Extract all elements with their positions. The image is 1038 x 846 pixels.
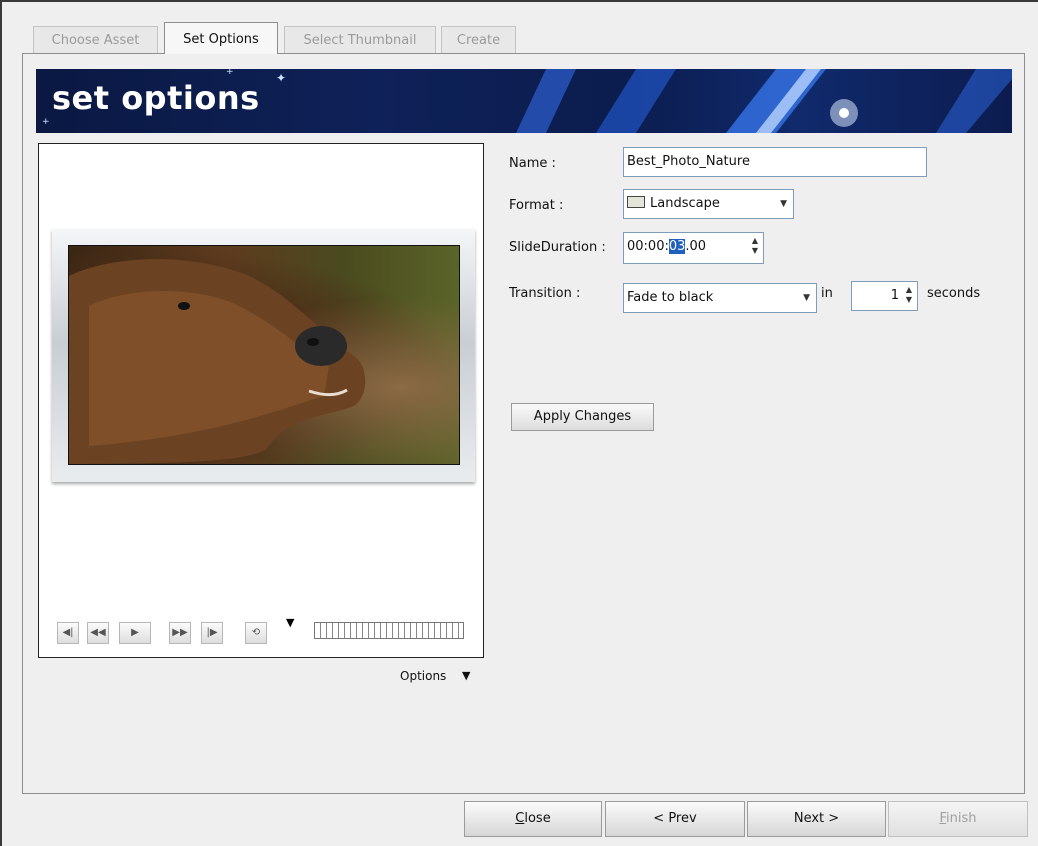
format-value: Landscape: [650, 196, 720, 211]
step-forward-icon[interactable]: ▶▶: [169, 622, 191, 644]
tab-select-thumbnail[interactable]: Select Thumbnail: [284, 26, 436, 53]
spin-arrows-icon[interactable]: ▲ ▼: [904, 285, 914, 305]
tv-frame: [52, 229, 475, 482]
preview-box: ◀| ◀◀ ▶ ▶▶ |▶ ⟲ ▼: [38, 143, 484, 658]
next-button[interactable]: Next >: [747, 801, 886, 837]
transition-select[interactable]: Fade to black ▼: [623, 283, 817, 313]
duration-selected: 03: [668, 239, 686, 254]
window-left-border: [0, 0, 2, 846]
spin-arrows-icon[interactable]: ▲ ▼: [750, 236, 760, 256]
name-field[interactable]: Best_Photo_Nature: [623, 147, 927, 177]
window-top-border: [0, 0, 1038, 2]
apply-changes-button[interactable]: Apply Changes: [511, 403, 654, 431]
close-label-rest: lose: [524, 811, 551, 826]
banner-title: set options: [52, 79, 260, 117]
format-select[interactable]: Landscape ▼: [623, 189, 794, 219]
tab-create[interactable]: Create: [441, 26, 516, 53]
name-label: Name :: [509, 156, 556, 171]
prev-button[interactable]: < Prev: [605, 801, 745, 837]
seconds-label: seconds: [927, 286, 981, 301]
chevron-down-icon[interactable]: ▼: [462, 669, 470, 682]
first-frame-icon[interactable]: ◀|: [57, 622, 79, 644]
duration-suffix: .00: [685, 239, 707, 254]
timeline-scrubber[interactable]: [314, 622, 464, 639]
transition-value: Fade to black: [627, 290, 714, 305]
sparkle-icon: +: [226, 69, 234, 77]
brown-bear-photo: [68, 245, 460, 465]
close-mnemonic: C: [515, 811, 525, 826]
format-label: Format :: [509, 198, 564, 213]
duration-stepper[interactable]: 00:00:03.00 ▲ ▼: [623, 232, 764, 264]
loop-icon[interactable]: ⟲: [245, 622, 267, 644]
transition-seconds-value: 1: [890, 288, 899, 303]
tab-set-options[interactable]: Set Options: [164, 22, 278, 54]
header-banner: set options ✦ + +: [36, 69, 1012, 133]
tab-choose-asset[interactable]: Choose Asset: [33, 26, 158, 53]
name-field-value: Best_Photo_Nature: [627, 154, 750, 169]
finish-label-rest: inish: [946, 811, 977, 826]
close-button[interactable]: Close: [464, 801, 602, 837]
chevron-down-icon[interactable]: ▼: [803, 284, 810, 312]
options-menu-label[interactable]: Options: [400, 669, 446, 683]
duration-label: SlideDuration :: [509, 240, 606, 255]
in-label: in: [821, 286, 833, 301]
finish-button: Finish: [888, 801, 1028, 837]
timeline-playhead-icon[interactable]: ▼: [286, 616, 294, 629]
sparkle-icon: ✦: [276, 71, 287, 85]
transition-label: Transition :: [509, 286, 581, 301]
transition-seconds-stepper[interactable]: 1 ▲ ▼: [851, 281, 918, 311]
last-frame-icon[interactable]: |▶: [201, 622, 223, 644]
bear-illustration: [69, 259, 366, 464]
landscape-icon: [627, 196, 645, 208]
duration-prefix: 00:00:: [627, 239, 669, 254]
step-back-icon[interactable]: ◀◀: [87, 622, 109, 644]
play-icon[interactable]: ▶: [119, 622, 151, 644]
chevron-down-icon[interactable]: ▼: [780, 190, 787, 218]
sparkle-icon: +: [42, 117, 50, 127]
